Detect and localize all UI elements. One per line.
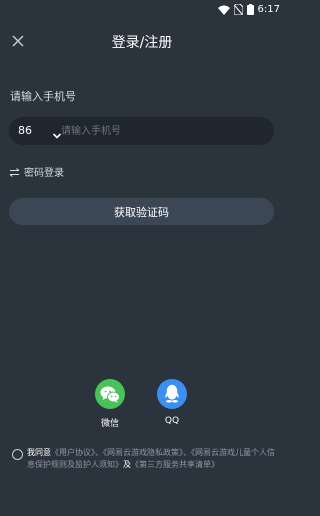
- wechat-icon[interactable]: [95, 379, 125, 409]
- agreement-text: 我同意《用户协议》、《网易云游戏隐私政策》、《网易云游戏儿童个人信息保护规则及监…: [27, 447, 277, 471]
- switch-icon: [9, 162, 20, 181]
- phone-input[interactable]: [61, 120, 266, 142]
- password-login-link[interactable]: 密码登录: [9, 162, 64, 181]
- privacy-policy-link[interactable]: 《网易云游戏隐私政策》: [103, 448, 183, 457]
- battery-icon: [246, 0, 254, 19]
- agreement-separator: 、: [183, 448, 191, 457]
- agreement-separator: 、: [95, 448, 103, 457]
- get-verification-code-button[interactable]: 获取验证码: [9, 198, 274, 225]
- status-time: 6:17: [257, 3, 280, 15]
- status-bar: 6:17: [0, 0, 284, 18]
- wechat-login[interactable]: 微信: [90, 379, 130, 429]
- wifi-icon: [217, 0, 230, 19]
- header: 登录/注册: [0, 28, 284, 54]
- page-title: 登录/注册: [111, 35, 173, 51]
- third-party-list-link[interactable]: 《第三方服务共享清单》: [131, 460, 219, 469]
- user-agreement-link[interactable]: 《用户协议》: [51, 448, 95, 457]
- password-login-label: 密码登录: [24, 167, 64, 179]
- agree-radio[interactable]: [12, 449, 23, 460]
- no-sim-icon: [233, 0, 244, 19]
- agreement-and: 及: [123, 460, 131, 469]
- qq-icon[interactable]: [157, 379, 187, 409]
- phone-label: 请输入手机号: [10, 90, 76, 103]
- agreement-prefix: 我同意: [27, 448, 51, 457]
- wechat-label: 微信: [100, 419, 119, 429]
- qq-label: QQ: [164, 416, 180, 426]
- qq-login[interactable]: QQ: [152, 379, 192, 426]
- phone-input-row: 86: [9, 117, 274, 145]
- status-icons: 6:17: [217, 0, 280, 19]
- country-code[interactable]: 86: [18, 124, 32, 137]
